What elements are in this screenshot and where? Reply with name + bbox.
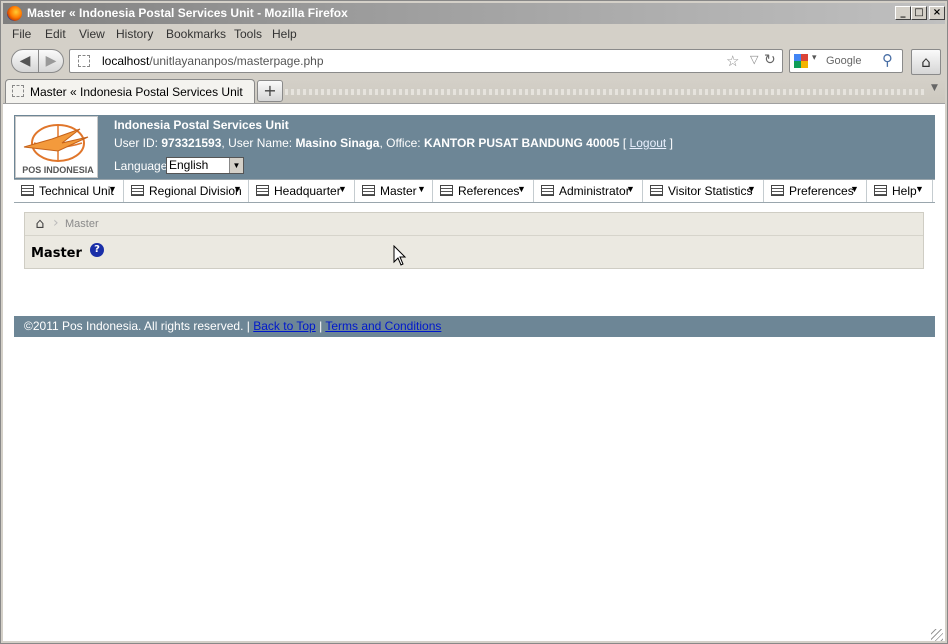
browser-window: Master « Indonesia Postal Services Unit … (0, 0, 948, 644)
menu-bar: File Edit View History Bookmarks Tools H… (3, 25, 945, 44)
book-icon (874, 185, 887, 196)
user-id: 973321593 (161, 136, 222, 150)
reload-icon[interactable]: ↻ (764, 52, 776, 68)
maximize-button[interactable]: □ (911, 6, 927, 20)
wrench-icon (771, 185, 784, 196)
copyright-text: ©2011 Pos Indonesia. All rights reserved… (24, 319, 244, 333)
site-title: Indonesia Postal Services Unit (114, 118, 289, 132)
tab-title: Master « Indonesia Postal Services Unit (30, 85, 243, 99)
breadcrumb-current: Master (65, 218, 99, 230)
firefox-icon (7, 6, 22, 21)
caret-down-icon: ▼ (417, 184, 426, 194)
google-icon[interactable] (794, 54, 808, 68)
new-tab-button[interactable]: + (257, 80, 283, 102)
office-name: KANTOR PUSAT BANDUNG 40005 (423, 136, 620, 150)
language-value: English (169, 158, 209, 172)
tab-master[interactable]: Master « Indonesia Postal Services Unit (5, 79, 255, 103)
logo-text: POS INDONESIA (22, 165, 94, 175)
menu-tools[interactable]: Tools (234, 27, 262, 41)
search-engine-dropdown-icon[interactable]: ▾ (812, 53, 817, 63)
footer-text: ©2011 Pos Indonesia. All rights reserved… (24, 319, 442, 333)
tab-favicon-icon (12, 85, 24, 97)
search-icon[interactable]: ⚲ (882, 51, 893, 69)
mouse-cursor-icon (393, 245, 407, 266)
url-dropdown-icon[interactable]: ▽ (750, 53, 758, 66)
caret-down-icon: ▼ (850, 184, 859, 194)
logout-link[interactable]: Logout (630, 136, 667, 150)
resize-grip-icon[interactable] (931, 629, 943, 641)
home-button[interactable]: ⌂ (911, 49, 941, 75)
menu-file[interactable]: File (12, 27, 31, 41)
caret-down-icon: ▼ (915, 184, 924, 194)
pos-bird-icon (23, 124, 89, 162)
back-to-top-link[interactable]: Back to Top (253, 319, 315, 333)
list-icon (256, 185, 269, 196)
nav-visitor-statistics[interactable]: Visitor Statistics ▼ (643, 180, 764, 202)
url-text: localhost/unitlayananpos/masterpage.php (102, 54, 324, 68)
search-placeholder: Google (826, 55, 862, 67)
pos-indonesia-logo[interactable]: POS INDONESIA (15, 116, 98, 178)
menu-view[interactable]: View (79, 27, 105, 41)
url-bar[interactable]: localhost/unitlayananpos/masterpage.php … (69, 49, 783, 73)
nav-technical-unit[interactable]: Technical Unit ▼ (14, 180, 124, 202)
caret-down-icon: ▼ (517, 184, 526, 194)
tab-strip: Master « Indonesia Postal Services Unit … (3, 79, 945, 103)
minimize-button[interactable]: _ (895, 6, 911, 20)
site-header: POS INDONESIA Indonesia Postal Services … (14, 115, 935, 179)
caret-down-icon: ▼ (747, 184, 756, 194)
menu-history[interactable]: History (116, 27, 153, 41)
chart-icon (650, 185, 663, 196)
nav-help[interactable]: Help ▼ (867, 180, 933, 202)
doc-gear-icon (440, 185, 453, 196)
site-footer: ©2011 Pos Indonesia. All rights reserved… (14, 316, 935, 337)
terms-link[interactable]: Terms and Conditions (325, 319, 441, 333)
back-button[interactable]: ◀ (11, 49, 39, 73)
nav-preferences[interactable]: Preferences ▼ (764, 180, 867, 202)
nav-regional-division[interactable]: Regional Division ▼ (124, 180, 249, 202)
caret-down-icon: ▼ (108, 184, 117, 194)
tab-list-icon[interactable]: ▼ (931, 83, 938, 93)
list-icon (131, 185, 144, 196)
main-nav-menu: Technical Unit ▼ Regional Division ▼ Hea… (14, 179, 935, 203)
nav-headquarter[interactable]: Headquarter ▼ (249, 180, 355, 202)
user-name: Masino Sinaga (295, 136, 380, 150)
list-icon (21, 185, 34, 196)
page-content: ⌂ › Master Master ? (14, 203, 935, 316)
title-bar: Master « Indonesia Postal Services Unit … (3, 3, 945, 24)
page-viewport: POS INDONESIA Indonesia Postal Services … (3, 103, 945, 641)
page-title: Master (31, 246, 82, 261)
caret-down-icon: ▼ (626, 184, 635, 194)
user-info: User ID: 973321593, User Name: Masino Si… (114, 136, 673, 150)
home-icon[interactable]: ⌂ (29, 215, 51, 233)
nav-master[interactable]: Master ▼ (355, 180, 433, 202)
chevron-down-icon[interactable]: ▼ (229, 158, 243, 173)
nav-administrator[interactable]: Administrator ▼ (534, 180, 643, 202)
breadcrumb-separator-icon: › (53, 215, 59, 231)
caret-down-icon: ▼ (233, 184, 242, 194)
breadcrumb: ⌂ › Master (25, 213, 923, 236)
help-icon[interactable]: ? (90, 243, 104, 257)
tab-strip-background (285, 89, 925, 95)
nav-references[interactable]: References ▼ (433, 180, 534, 202)
site-container: POS INDONESIA Indonesia Postal Services … (14, 115, 935, 337)
doc-gear-icon (541, 185, 554, 196)
caret-down-icon: ▼ (338, 184, 347, 194)
language-label: Language (114, 159, 168, 173)
menu-help[interactable]: Help (272, 27, 297, 41)
site-identity-icon[interactable] (78, 55, 90, 67)
bookmark-star-icon[interactable]: ☆ (726, 52, 739, 70)
forward-button[interactable]: ▶ (38, 49, 64, 73)
language-select[interactable]: English ▼ (166, 157, 244, 174)
close-button[interactable]: × (929, 6, 945, 20)
master-panel: ⌂ › Master Master ? (24, 212, 924, 269)
list-icon (362, 185, 375, 196)
menu-bookmarks[interactable]: Bookmarks (166, 27, 226, 41)
navigation-toolbar: ◀ ▶ localhost/unitlayananpos/masterpage.… (3, 45, 945, 77)
window-title: Master « Indonesia Postal Services Unit … (27, 6, 348, 20)
menu-edit[interactable]: Edit (45, 27, 66, 41)
search-box[interactable]: ▾ Google ⚲ (789, 49, 903, 73)
